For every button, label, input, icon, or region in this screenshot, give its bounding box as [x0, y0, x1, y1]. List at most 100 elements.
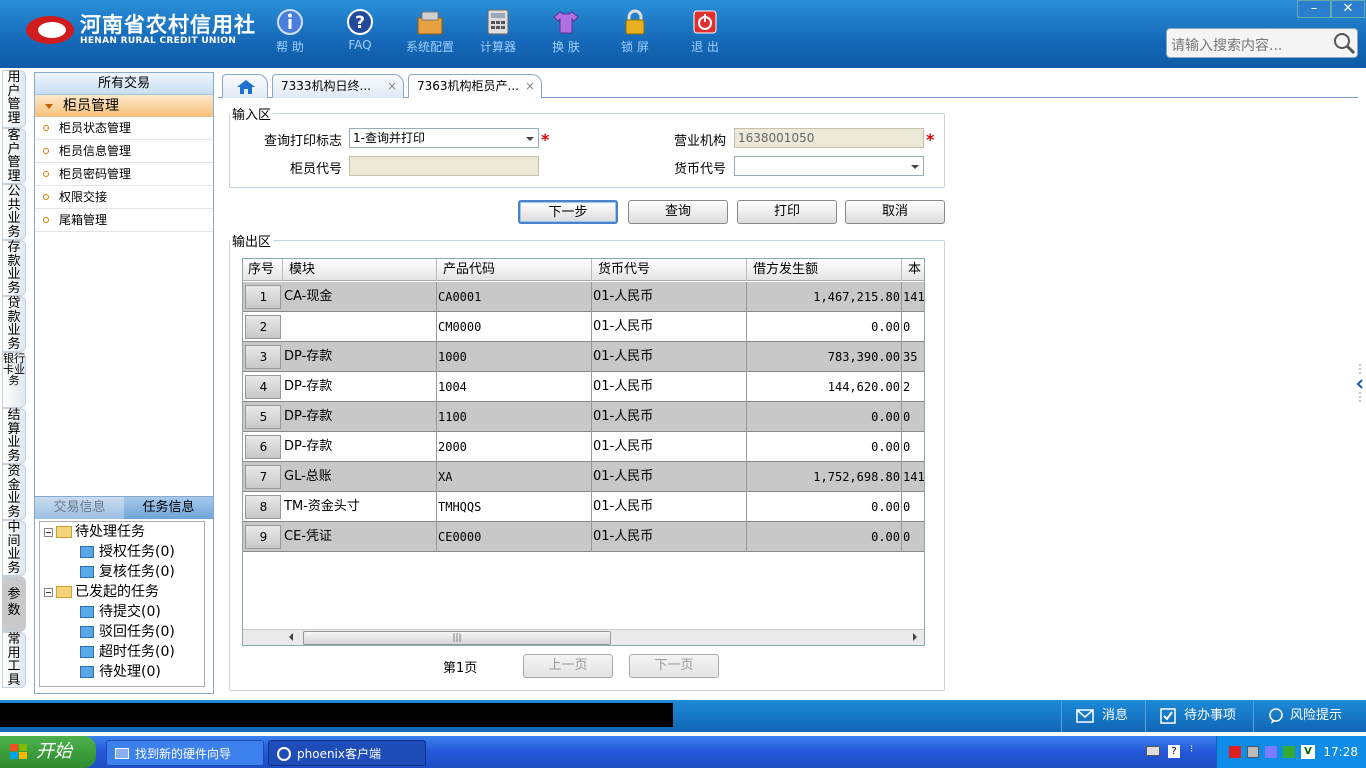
next-page-button[interactable]: 下一页: [629, 654, 719, 678]
scroll-left-icon[interactable]: [289, 633, 293, 641]
tab-transaction-info[interactable]: 交易信息: [35, 497, 124, 519]
vnav-parameters[interactable]: 参数: [2, 576, 26, 632]
calculator-button[interactable]: 计算器: [465, 8, 531, 55]
cell-product-code: 2000: [437, 432, 592, 462]
col-extra[interactable]: 本: [902, 259, 924, 281]
tab-task-info[interactable]: 任务信息: [124, 497, 213, 519]
cell-product-code: CM0000: [437, 312, 592, 342]
menu-item-teller-info[interactable]: 柜员信息管理: [35, 140, 213, 163]
collapse-icon[interactable]: [44, 587, 53, 597]
tree-node-initiated[interactable]: 已发起的任务: [44, 582, 159, 602]
power-icon: [693, 10, 717, 34]
table-row[interactable]: 1 CA-现金 CA0001 01-人民币 1,467,215.80 141: [243, 282, 924, 312]
vnav-user-management[interactable]: 用户管理: [2, 70, 26, 128]
print-flag-select[interactable]: 1-查询并打印: [349, 128, 539, 148]
antivirus-icon[interactable]: [1229, 746, 1241, 758]
table-row[interactable]: 9 CE-凭证 CE0000 01-人民币 0.00 0: [243, 522, 924, 552]
vnav-settlement-business[interactable]: 结算业务: [2, 408, 26, 464]
tree-node-auth-tasks[interactable]: 授权任务(0): [80, 542, 175, 562]
table-row[interactable]: 4 DP-存款 1004 01-人民币 144,620.00 2: [243, 372, 924, 402]
cell-debit: 0.00: [747, 522, 902, 552]
tab-7333[interactable]: 7333机构日终... ×: [272, 74, 404, 98]
todo-button[interactable]: 待办事项: [1145, 700, 1249, 732]
shield-icon[interactable]: [1283, 746, 1295, 758]
scroll-right-icon[interactable]: [913, 633, 917, 641]
collapse-right-panel-icon[interactable]: [1356, 364, 1364, 404]
close-tab-icon[interactable]: ×: [525, 75, 535, 97]
logo-seal-icon: [24, 12, 76, 48]
vnav-intermediary-business[interactable]: 中间业务: [2, 520, 26, 576]
query-button[interactable]: 查询: [628, 200, 728, 224]
teller-management-group[interactable]: 柜员管理: [35, 95, 213, 117]
lock-screen-button[interactable]: 锁 屏: [602, 8, 668, 55]
vnav-customer-management[interactable]: 客户管理: [2, 128, 26, 184]
tree-node-timeout[interactable]: 超时任务(0): [80, 642, 175, 662]
system-config-button[interactable]: 系统配置: [397, 8, 463, 55]
messages-button[interactable]: 消息: [1061, 700, 1141, 732]
vnav-fund-business[interactable]: 资金业务: [2, 464, 26, 520]
network-icon[interactable]: [1247, 746, 1259, 758]
list-icon: [80, 626, 94, 638]
vnav-deposit-business[interactable]: 存款业务: [2, 240, 26, 296]
exit-button[interactable]: 退 出: [672, 8, 738, 55]
taskbar-phoenix-client[interactable]: phoenix客户端: [268, 740, 426, 766]
col-sn[interactable]: 序号: [243, 259, 283, 281]
table-row[interactable]: 7 GL-总账 XA 01-人民币 1,752,698.80 141: [243, 462, 924, 492]
faq-button[interactable]: ? FAQ: [327, 8, 393, 52]
table-row[interactable]: 3 DP-存款 1000 01-人民币 783,390.00 35: [243, 342, 924, 372]
checkbox-icon: [1160, 707, 1176, 724]
next-step-button[interactable]: 下一步: [518, 200, 618, 224]
table-row[interactable]: 5 DP-存款 1100 01-人民币 0.00 0: [243, 402, 924, 432]
scroll-thumb[interactable]: |||: [303, 631, 611, 645]
teller-code-field[interactable]: [349, 156, 539, 176]
menu-item-tail-box[interactable]: 尾箱管理: [35, 209, 213, 232]
menu-item-teller-status[interactable]: 柜员状态管理: [35, 117, 213, 140]
table-row[interactable]: 2 CM0000 01-人民币 0.00 0: [243, 312, 924, 342]
prev-page-button[interactable]: 上一页: [523, 654, 613, 678]
table-row[interactable]: 8 TM-资金头寸 TMHQQS 01-人民币 0.00 0: [243, 492, 924, 522]
tab-7363-active[interactable]: 7363机构柜员产... ×: [408, 74, 542, 98]
currency-select[interactable]: [734, 156, 924, 176]
search-input[interactable]: 请输入搜索内容...: [1166, 28, 1358, 58]
col-product-code[interactable]: 产品代码: [437, 259, 592, 281]
menu-item-permission-handover[interactable]: 权限交接: [35, 186, 213, 209]
help-tray-icon[interactable]: ?: [1168, 745, 1180, 758]
change-skin-button[interactable]: 换 肤: [533, 8, 599, 55]
cell-module: TM-资金头寸: [283, 492, 437, 522]
collapse-icon[interactable]: [44, 527, 53, 537]
col-debit[interactable]: 借方发生额: [747, 259, 902, 281]
minimize-button[interactable]: –: [1297, 0, 1331, 18]
col-module[interactable]: 模块: [283, 259, 437, 281]
help-button[interactable]: 帮 助: [257, 8, 323, 55]
required-mark: *: [926, 130, 935, 149]
col-currency[interactable]: 货币代号: [592, 259, 747, 281]
horizontal-scrollbar[interactable]: |||: [243, 629, 924, 645]
table-row[interactable]: 6 DP-存款 2000 01-人民币 0.00 0: [243, 432, 924, 462]
tree-node-pending[interactable]: 待处理任务: [44, 522, 145, 542]
search-icon[interactable]: [1332, 31, 1356, 55]
tree-node-to-submit[interactable]: 待提交(0): [80, 602, 161, 622]
start-button[interactable]: 开始: [0, 736, 96, 768]
display-icon[interactable]: [1265, 746, 1277, 758]
tree-node-to-process[interactable]: 待处理(0): [80, 662, 161, 682]
tab-home[interactable]: [222, 74, 268, 98]
ime-icon[interactable]: ⁝: [1190, 744, 1200, 758]
shirt-icon: [553, 11, 579, 34]
tree-node-review-tasks[interactable]: 复核任务(0): [80, 562, 175, 582]
risk-alert-button[interactable]: 风险提示: [1253, 700, 1366, 732]
vnav-common-tools[interactable]: 常用工具: [2, 632, 26, 688]
close-window-button[interactable]: ✕: [1331, 0, 1365, 18]
tree-node-rejected[interactable]: 驳回任务(0): [80, 622, 175, 642]
vpn-icon[interactable]: V: [1301, 745, 1315, 759]
org-field[interactable]: 1638001050: [734, 128, 924, 148]
list-icon: [80, 546, 94, 558]
taskbar-hardware-wizard[interactable]: 找到新的硬件向导: [106, 740, 264, 766]
vnav-public-business[interactable]: 公共业务: [2, 184, 26, 240]
keyboard-icon[interactable]: [1146, 746, 1160, 756]
close-tab-icon[interactable]: ×: [387, 75, 397, 97]
cancel-button[interactable]: 取消: [845, 200, 945, 224]
menu-item-teller-password[interactable]: 柜员密码管理: [35, 163, 213, 186]
vnav-loan-business[interactable]: 贷款业务: [2, 296, 26, 352]
vnav-bankcard-business[interactable]: 银行卡业务: [2, 352, 26, 408]
print-button[interactable]: 打印: [737, 200, 837, 224]
